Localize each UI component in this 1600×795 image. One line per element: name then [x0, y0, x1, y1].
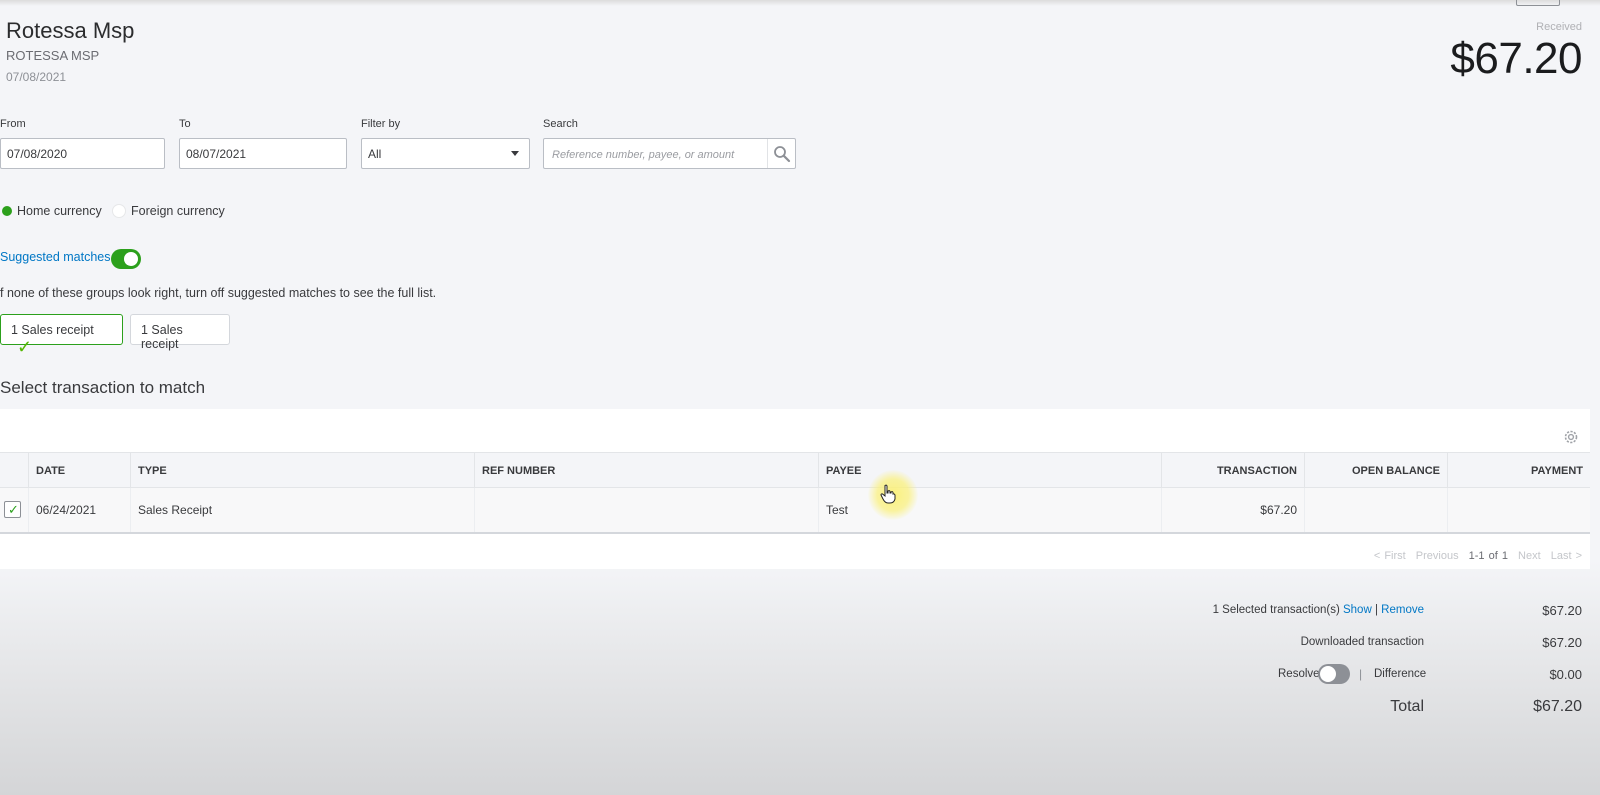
cell-payment [1447, 488, 1590, 532]
toggle-knob [124, 252, 138, 266]
home-currency-radio[interactable] [2, 206, 12, 216]
cell-open-balance [1304, 488, 1447, 532]
payee-subtitle: ROTESSA MSP [6, 48, 100, 63]
cell-type: Sales Receipt [130, 488, 474, 532]
suggested-hint: f none of these groups look right, turn … [0, 286, 437, 300]
from-label: From [0, 118, 26, 130]
selected-transactions-row: 1 Selected transaction(s) Show | Remove [1164, 604, 1424, 616]
show-link[interactable]: Show [1343, 604, 1372, 616]
foreign-currency-radio[interactable] [112, 204, 126, 218]
pager-next[interactable]: Next [1518, 550, 1541, 562]
header-open-balance[interactable]: OPEN BALANCE [1304, 453, 1447, 489]
total-value: $67.20 [1533, 698, 1582, 715]
remove-link[interactable]: Remove [1381, 604, 1424, 616]
received-amount: $67.20 [1450, 34, 1582, 83]
downloaded-transaction-value: $67.20 [1542, 635, 1582, 650]
foreign-currency-label[interactable]: Foreign currency [131, 204, 225, 218]
resolve-toggle[interactable] [1318, 664, 1350, 684]
header-corner-box [1516, 0, 1560, 6]
row-checkbox[interactable]: ✓ [4, 501, 21, 518]
pager-previous[interactable]: Previous [1416, 550, 1459, 562]
suggestion-chip-label: 1 Sales receipt [11, 323, 94, 337]
filter-by-value: All [368, 147, 382, 161]
pager-first[interactable]: < First [1374, 550, 1406, 562]
filter-by-select[interactable]: All [361, 138, 530, 169]
dropdown-caret-icon [511, 151, 519, 156]
downloaded-transaction-label: Downloaded transaction [1300, 636, 1424, 648]
gear-icon [1564, 430, 1578, 444]
selected-transactions-value: $67.20 [1542, 603, 1582, 618]
toggle-knob [1320, 666, 1336, 682]
section-title: Select transaction to match [0, 378, 206, 397]
suggested-matches-label: Suggested matches [0, 250, 111, 264]
search-button[interactable] [767, 139, 795, 168]
suggested-matches-toggle[interactable] [111, 249, 141, 269]
to-date-field[interactable]: 08/07/2021 [179, 138, 347, 169]
to-label: To [179, 118, 191, 130]
resolve-separator: | [1359, 667, 1363, 681]
header-select-col [0, 453, 28, 489]
hand-cursor-icon [880, 484, 896, 509]
search-placeholder: Reference number, payee, or amount [552, 149, 735, 161]
pager-last[interactable]: Last > [1551, 550, 1582, 562]
checkmark-icon: ✓ [8, 502, 19, 517]
header-payment[interactable]: PAYMENT [1447, 453, 1590, 489]
from-date-field[interactable]: 07/08/2020 [0, 138, 165, 169]
resolve-label: Resolve [1278, 668, 1320, 680]
suggestion-chip-2[interactable]: 1 Sales receipt [130, 314, 230, 351]
filter-by-label: Filter by [361, 118, 401, 130]
table-row[interactable]: ✓ 06/24/2021 Sales Receipt Test $67.20 [0, 488, 1590, 534]
header-ref-number[interactable]: REF NUMBER [474, 453, 818, 489]
transaction-date: 07/08/2021 [6, 70, 67, 84]
search-input[interactable]: Reference number, payee, or amount [543, 138, 796, 169]
selected-transactions-label: 1 Selected transaction(s) [1212, 604, 1340, 616]
suggestion-chip-1[interactable]: 1 Sales receipt✓ [0, 314, 123, 357]
difference-value: $0.00 [1549, 667, 1582, 682]
checkmark-icon: ✓ [17, 337, 33, 357]
home-currency-label[interactable]: Home currency [17, 204, 102, 218]
suggestion-chip-label: 1 Sales receipt [141, 323, 183, 351]
cell-ref-number [474, 488, 818, 532]
cell-date: 06/24/2021 [28, 488, 130, 532]
header-type[interactable]: TYPE [130, 453, 474, 489]
total-label: Total [1390, 698, 1424, 715]
pager-range: 1-1 of 1 [1468, 550, 1508, 562]
table-header: DATE TYPE REF NUMBER PAYEE TRANSACTION A… [0, 452, 1590, 513]
pagination: < First Previous 1-1 of 1 Next Last > [1300, 550, 1582, 562]
header-date[interactable]: DATE [28, 453, 130, 489]
row-select-cell: ✓ [0, 488, 28, 532]
search-icon [773, 145, 790, 162]
header-transaction-amount[interactable]: TRANSACTION AMOUNT [1161, 453, 1304, 513]
link-separator: | [1374, 604, 1378, 616]
difference-label: Difference [1374, 668, 1427, 680]
payee-name: Rotessa Msp [6, 18, 135, 43]
search-label: Search [543, 118, 578, 130]
received-label: Received [1536, 21, 1582, 33]
table-settings-button[interactable] [1562, 428, 1580, 451]
cell-amount: $67.20 [1161, 488, 1304, 532]
